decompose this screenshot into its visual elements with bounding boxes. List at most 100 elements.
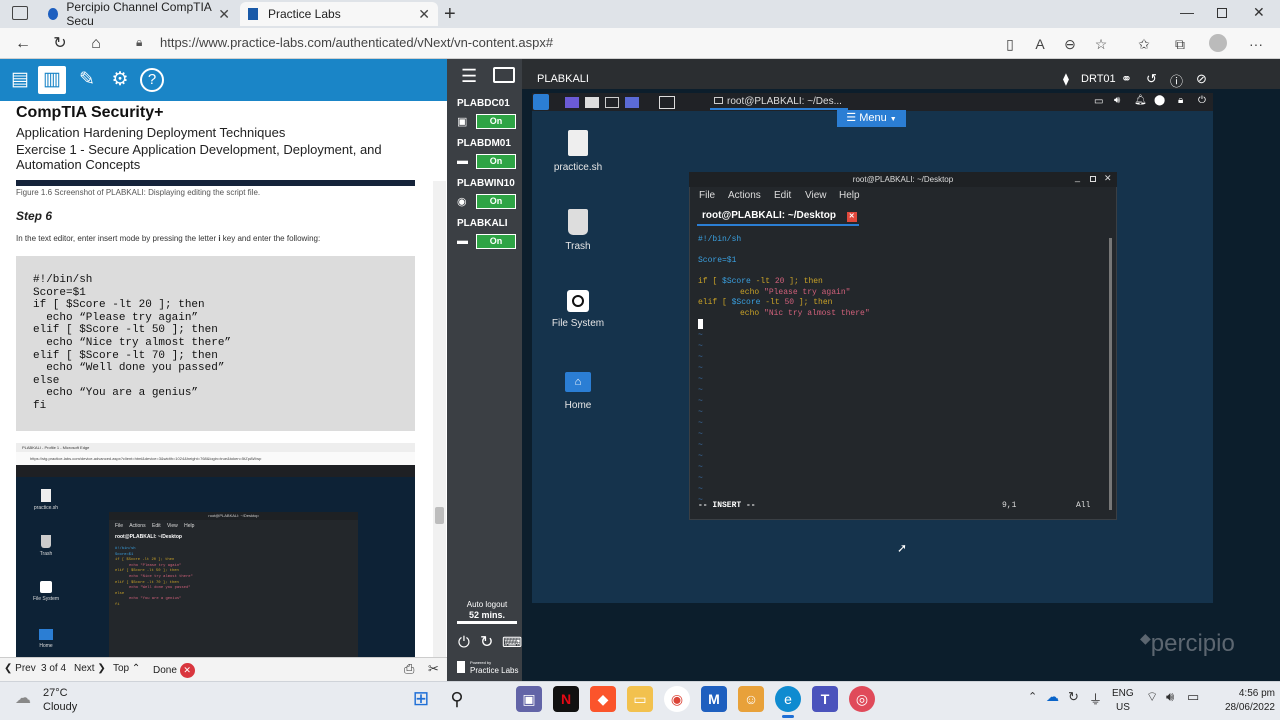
app-m-icon[interactable]: M xyxy=(701,686,727,712)
browser-launch-icon[interactable] xyxy=(625,97,639,108)
next-button[interactable]: Next ❯ xyxy=(74,663,106,674)
back-icon[interactable]: ← xyxy=(12,34,34,54)
archive-icon[interactable]: ▤ xyxy=(6,66,34,94)
restart-icon[interactable]: ↻ xyxy=(480,632,493,652)
fullscreen-icon[interactable] xyxy=(493,67,515,83)
wifi-icon[interactable]: ⌔ xyxy=(1146,689,1158,705)
terminal-menu-edit[interactable]: Edit xyxy=(774,190,791,201)
clock-date[interactable]: 28/06/2022 xyxy=(1205,702,1275,713)
show-desktop-icon[interactable] xyxy=(659,96,675,109)
maximize-icon[interactable] xyxy=(1217,8,1227,18)
refresh-icon[interactable]: ↻ xyxy=(49,34,71,54)
scrollbar-thumb[interactable] xyxy=(435,507,444,524)
terminal-tab[interactable]: root@PLABKALI: ~/Desktop ✕ xyxy=(697,208,859,226)
document-scrollbar[interactable] xyxy=(433,181,446,657)
start-icon[interactable]: ⊞ xyxy=(408,686,434,712)
teams-icon[interactable]: T xyxy=(812,686,838,712)
weather-icon[interactable]: ☁ xyxy=(15,688,31,708)
record-app-icon[interactable]: ◎ xyxy=(849,686,875,712)
tab-practice-labs[interactable]: Practice Labs ✕ xyxy=(240,2,438,26)
terminal-menu-view[interactable]: View xyxy=(805,190,827,201)
bell-icon[interactable]: 🔔︎ xyxy=(1134,95,1147,106)
edge-icon[interactable]: e xyxy=(775,686,801,712)
power-icon[interactable]: ⏻ xyxy=(458,634,470,651)
terminal-menu-actions[interactable]: Actions xyxy=(728,190,761,201)
collections-icon[interactable]: ⧉ xyxy=(1170,34,1190,54)
volume-taskbar-icon[interactable]: 🔊︎ xyxy=(1166,689,1174,705)
show-hidden-icon[interactable]: ⌃ xyxy=(1028,690,1037,703)
terminal-close-icon[interactable]: ✕ xyxy=(1104,173,1112,184)
volume-icon[interactable]: 🔊︎ xyxy=(1114,95,1120,106)
menu-icon[interactable]: ☰ xyxy=(461,66,477,87)
terminal-menu-help[interactable]: Help xyxy=(839,190,860,201)
teams-chat-icon[interactable]: ▣ xyxy=(516,686,542,712)
done-button[interactable]: Done ✕ xyxy=(153,663,195,678)
search-icon[interactable]: ⚲ xyxy=(444,686,470,712)
new-tab-icon[interactable]: + xyxy=(444,3,456,26)
terminal-minimize-icon[interactable]: _ xyxy=(1075,172,1080,182)
usb-icon[interactable]: ⏚ xyxy=(1089,689,1102,708)
desktop-icon-file-system[interactable]: File System xyxy=(548,290,608,329)
power-status-button[interactable]: On xyxy=(476,154,516,169)
tab-percipio[interactable]: Percipio Channel CompTIA Secu ✕ xyxy=(40,0,238,28)
minimize-icon[interactable]: — xyxy=(1180,4,1194,20)
settings-icon[interactable]: ⚙ xyxy=(106,66,134,94)
desktop-icon-practice-sh[interactable]: practice.sh xyxy=(548,130,608,173)
power-status-button[interactable]: On xyxy=(476,194,516,209)
help-icon[interactable]: ? xyxy=(140,68,164,92)
close-window-icon[interactable]: ✕ xyxy=(1253,4,1265,21)
read-aloud-icon[interactable]: A xyxy=(1030,34,1050,54)
desktop-icon-trash[interactable]: Trash xyxy=(548,209,608,252)
files-icon[interactable] xyxy=(585,97,599,108)
close-tab-icon[interactable]: ✕ xyxy=(418,6,430,23)
desktop-icon-home[interactable]: ⌂ Home xyxy=(548,372,608,411)
notebook-icon[interactable]: ▥ xyxy=(38,66,66,94)
language-primary[interactable]: ENG xyxy=(1112,688,1134,699)
menu-button[interactable]: ☰ Menu ▼ xyxy=(837,110,906,127)
info-icon[interactable]: ⓘ xyxy=(1170,71,1183,90)
hide-icon[interactable]: ⊘ xyxy=(1196,71,1207,87)
terminal-scrollbar[interactable] xyxy=(1109,238,1112,510)
terminal-maximize-icon[interactable] xyxy=(1090,176,1096,182)
clock-time[interactable]: 4:56 pm xyxy=(1215,688,1275,699)
brave-icon[interactable]: ◆ xyxy=(590,686,616,712)
terminal-menu-file[interactable]: File xyxy=(699,190,715,201)
battery-icon[interactable]: ▭ xyxy=(1187,689,1199,705)
more-icon[interactable]: ··· xyxy=(1246,34,1266,54)
power-status-button[interactable]: On xyxy=(476,114,516,129)
reset-icon[interactable]: ↺ xyxy=(1146,71,1157,87)
url-field[interactable]: https://www.practice-labs.com/authentica… xyxy=(128,32,1118,54)
weather-desc[interactable]: Cloudy xyxy=(43,701,77,713)
language-secondary[interactable]: US xyxy=(1116,702,1130,713)
favorites-icon[interactable]: ✩ xyxy=(1134,34,1154,54)
power-status-button[interactable]: On xyxy=(476,234,516,249)
taskbar-window-item[interactable]: root@PLABKALI: ~/Des... xyxy=(710,94,848,110)
print-icon[interactable]: ⎙ xyxy=(404,661,414,677)
kali-logo-icon[interactable] xyxy=(533,94,549,110)
weather-temp[interactable]: 27°C xyxy=(43,687,68,699)
game-app-icon[interactable]: ☺ xyxy=(738,686,764,712)
terminal-launch-icon[interactable] xyxy=(605,97,619,108)
prev-button[interactable]: ❮ Prev xyxy=(4,663,36,674)
sync-icon[interactable]: ↻ xyxy=(1068,689,1079,705)
home-icon[interactable]: ⌂ xyxy=(85,34,107,54)
zoom-icon[interactable]: ⊖ xyxy=(1060,34,1080,54)
lock-screen-icon[interactable]: 🔒︎ xyxy=(1178,95,1183,106)
netflix-icon[interactable]: N xyxy=(553,686,579,712)
onedrive-icon[interactable]: ☁ xyxy=(1046,689,1059,705)
favorite-icon[interactable]: ☆ xyxy=(1091,34,1111,54)
workspace-icon[interactable] xyxy=(565,97,579,108)
reading-icon[interactable]: ▯ xyxy=(1000,34,1020,54)
notes-icon[interactable]: ✎ xyxy=(73,66,101,94)
close-tab-icon[interactable]: ✕ xyxy=(218,6,230,23)
tab-close-icon[interactable]: ✕ xyxy=(846,212,857,222)
send-keys-icon[interactable]: ⌨ xyxy=(502,634,522,651)
link-icon[interactable]: ⚭ xyxy=(1121,71,1132,87)
power-menu-icon[interactable]: ⏻ xyxy=(1198,95,1206,106)
file-explorer-icon[interactable]: ▭ xyxy=(627,686,653,712)
record-icon[interactable]: ⬤ xyxy=(1154,95,1165,106)
chrome-icon[interactable]: ◉ xyxy=(664,686,690,712)
tools-icon[interactable]: ✂ xyxy=(428,661,439,677)
profile-avatar[interactable] xyxy=(1209,34,1227,52)
top-button[interactable]: Top ⌃ xyxy=(113,663,140,674)
